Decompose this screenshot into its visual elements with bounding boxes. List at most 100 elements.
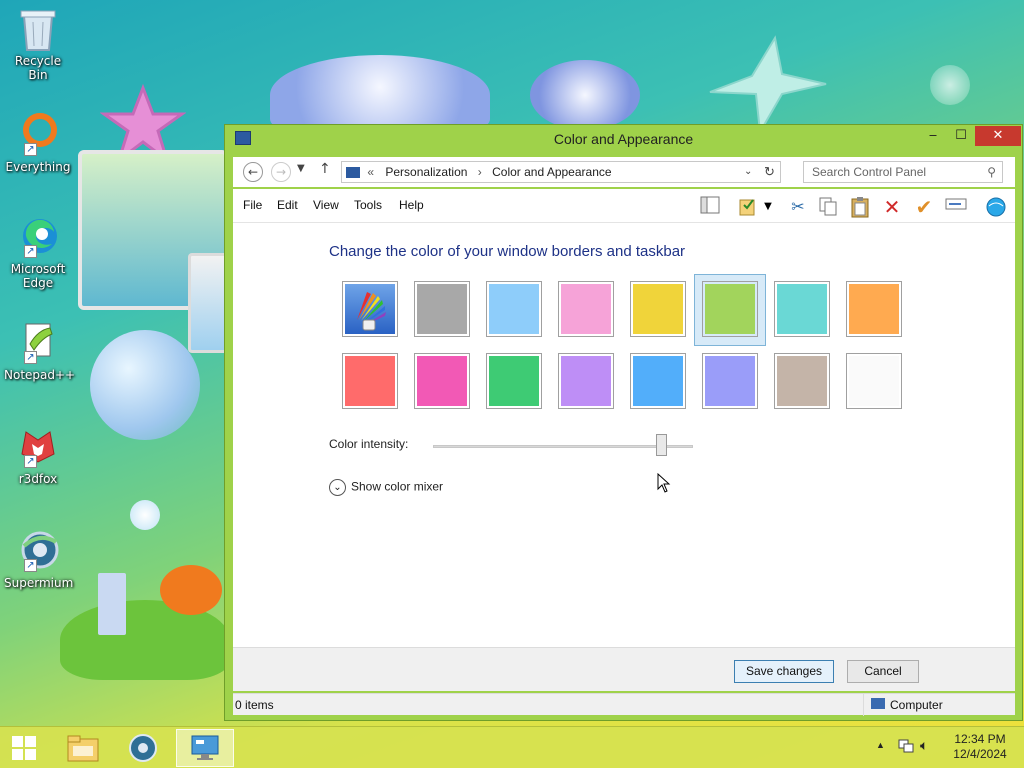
supermium-icon [129,734,157,762]
status-bar: 0 items Computer [233,693,1015,716]
menu-edit[interactable]: Edit [277,198,298,212]
window-title: Color and Appearance [553,131,694,147]
desktop-icon-supermium[interactable]: ↗ Supermium [4,528,73,590]
chevron-down-icon: ⌄ [329,479,346,496]
paste-icon[interactable] [849,196,871,218]
up-arrow-button[interactable]: ↑ [319,161,331,177]
edge-icon: ↗ [16,214,60,258]
properties-dropdown-icon[interactable]: ▼ [761,196,775,218]
color-appearance-window: Color and Appearance ‒ ☐ ✕ ← → ▼ ↑ « Per… [224,124,1023,721]
color-swatch[interactable] [414,353,470,409]
cut-icon[interactable]: ✂ [787,196,809,218]
color-swatch[interactable] [774,353,830,409]
globe-icon[interactable] [985,196,1007,218]
taskbar-supermium[interactable] [116,729,170,767]
page-heading: Change the color of your window borders … [329,243,686,260]
close-button[interactable]: ✕ [975,126,1021,146]
maximize-button[interactable]: ☐ [947,126,975,146]
status-location: Computer [890,698,943,712]
color-swatch[interactable] [342,353,398,409]
swatch-fill [705,284,755,334]
swatch-fill [561,284,611,334]
r3dfox-icon: ↗ [16,424,60,468]
address-bar[interactable]: « Personalization › Color and Appearance… [341,161,781,183]
desktop-icon-r3dfox[interactable]: ↗ r3dfox [4,424,72,486]
color-intensity-slider[interactable] [433,445,693,448]
taskbar-control-panel[interactable] [176,729,234,767]
breadcrumb-prefix: « [367,165,375,179]
color-swatch[interactable] [558,353,614,409]
menu-file[interactable]: File [243,198,262,212]
color-swatch[interactable] [486,353,542,409]
color-swatch[interactable] [630,353,686,409]
properties-icon[interactable] [737,196,759,218]
desktop-icon-recycle-bin[interactable]: Recycle Bin [4,6,72,82]
minimize-button[interactable]: ‒ [919,126,947,146]
desktop-icon-everything[interactable]: ↗ Everything [4,112,72,174]
wallpaper-blob [130,500,160,530]
status-divider [863,694,864,716]
address-dropdown-icon[interactable]: ⌄ [744,162,752,182]
desktop-icon-notepad-plus-plus[interactable]: ↗ Notepad++ [4,320,76,382]
wallpaper-blob [930,65,970,105]
color-swatch[interactable] [846,281,902,337]
control-panel-icon [191,735,219,760]
color-swatch[interactable] [774,281,830,337]
wallpaper-blob [90,330,200,440]
computer-icon [871,698,885,709]
desktop-icon-microsoft-edge[interactable]: ↗ Microsoft Edge [4,214,72,290]
shortcut-arrow-icon: ↗ [24,455,37,468]
start-button[interactable] [0,729,48,767]
shortcut-arrow-icon: ↗ [24,351,37,364]
shortcut-arrow-icon: ↗ [24,143,37,156]
recent-locations-chevron-icon[interactable]: ▼ [297,163,305,174]
rename-icon[interactable] [945,196,967,218]
color-swatch[interactable] [702,281,758,337]
save-changes-button[interactable]: Save changes [734,660,834,683]
desktop-icon-label: Notepad++ [4,368,76,382]
menu-help[interactable]: Help [399,198,424,212]
color-swatch[interactable] [630,281,686,337]
desktop-icon-label: r3dfox [18,472,58,486]
delete-icon[interactable]: ✕ [881,196,903,218]
swatch-fill [777,284,827,334]
show-color-mixer-label: Show color mixer [351,479,444,494]
taskbar-clock[interactable]: 12:34 PM 12/4/2024 [940,732,1020,762]
checkmark-icon[interactable]: ✔ [913,196,935,218]
search-input[interactable]: Search Control Panel ⚲ [803,161,1003,183]
color-intensity-label: Color intensity: [329,437,409,451]
breadcrumb-separator: › [477,165,482,179]
show-hidden-icons-chevron[interactable]: ▲ [876,740,885,750]
color-swatch[interactable] [702,353,758,409]
window-titlebar[interactable]: Color and Appearance ‒ ☐ ✕ [225,125,1022,153]
button-footer: Save changes Cancel [233,647,1015,691]
network-icon[interactable] [898,738,914,757]
refresh-icon[interactable]: ↻ [764,162,775,182]
volume-icon[interactable]: 🔈︎ [920,737,928,754]
breadcrumb-color-appearance[interactable]: Color and Appearance [492,165,611,179]
color-intensity-slider-thumb[interactable] [655,434,667,456]
color-swatch[interactable] [846,353,902,409]
swatch-fill [849,356,899,406]
swatch-fill [561,356,611,406]
forward-button[interactable]: → [271,162,291,182]
color-swatch[interactable] [414,281,470,337]
menu-view[interactable]: View [313,198,339,212]
desktop-icon-label: Everything [5,160,71,174]
layout-icon[interactable] [699,196,721,218]
color-swatch[interactable] [558,281,614,337]
show-color-mixer-toggle[interactable]: ⌄ Show color mixer [329,479,443,496]
content-panel: Change the color of your window borders … [233,223,1015,647]
menu-tools[interactable]: Tools [354,198,382,212]
color-swatch[interactable] [486,281,542,337]
cancel-button[interactable]: Cancel [847,660,919,683]
search-placeholder: Search Control Panel [812,165,927,179]
notepad-plus-plus-icon: ↗ [16,320,60,364]
taskbar-file-explorer[interactable] [56,729,110,767]
desktop-icon-label: Recycle Bin [14,54,62,82]
search-icon: ⚲ [987,165,996,179]
back-button[interactable]: ← [243,162,263,182]
breadcrumb-personalization[interactable]: Personalization [385,165,467,179]
copy-icon[interactable] [817,196,839,218]
automatic-color-swatch[interactable] [342,281,398,337]
